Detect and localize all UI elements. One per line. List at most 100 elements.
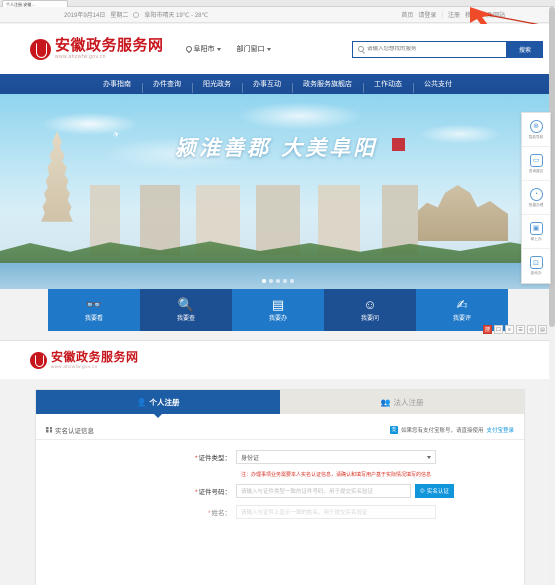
cert-type-value: 身份证 <box>241 455 260 462</box>
cert-type-label: *证件类型： <box>36 452 236 462</box>
registration-form: *证件类型： 身份证 注：办理事项业务需要本人实名认证信息，请确认和填写用户基于… <box>36 440 524 519</box>
mini-tool-grid-icon[interactable]: ▤ <box>538 325 547 334</box>
quick-action-label: 我要查 <box>176 316 195 322</box>
logo-text: 安徽政务服务网 www.ahzwfw.gov.cn <box>51 351 139 370</box>
name-label: *姓名： <box>36 507 236 517</box>
alipay-login-notice[interactable]: 支 如果您有支付宝账号，请直接使用 支付宝登录 <box>389 425 514 434</box>
cert-type-control: 身份证 <box>236 450 436 464</box>
cert-number-input[interactable]: 请输入与证件类型一致的证件号码，用于提交实名验证 <box>236 484 411 498</box>
name-input[interactable]: 请输入与证件上显示一致的姓名，用于提交实名验证 <box>236 505 436 519</box>
quick-action-cha[interactable]: 🔍 我要查 <box>140 289 232 331</box>
mini-tool-list-icon[interactable]: ≡ <box>505 325 514 334</box>
register-link[interactable]: 注册 <box>448 10 460 19</box>
logo-title: 安徽政务服务网 <box>55 36 164 54</box>
logo-subtitle: www.ahzwfw.gov.cn <box>51 363 98 369</box>
home-link[interactable]: 首页 <box>401 10 413 19</box>
site-header: 安徽政务服务网 www.ahzwfw.gov.cn 阜阳市 部门窗口 搜索 <box>0 24 555 74</box>
logo-mark-icon <box>30 351 47 369</box>
registration-page: 安徽政务服务网 www.ahzwfw.gov.cn 👤 个人注册 👥 法人注册 <box>0 340 555 585</box>
mini-tools-bar: 搜 口 ≡ ☰ ◎ ▤ <box>483 325 547 334</box>
clock-icon: ◔ <box>529 187 543 201</box>
search-input[interactable] <box>367 46 506 52</box>
alipay-login-link[interactable]: 支付宝登录 <box>486 426 514 434</box>
quick-action-label: 我要办 <box>268 316 287 322</box>
nav-item-gongzuodongtai[interactable]: 工作动态 <box>363 79 413 93</box>
hero-dot[interactable] <box>289 279 294 283</box>
float-item-consult[interactable]: ▭ 咨询建议 <box>522 147 550 181</box>
chevron-down-icon <box>427 455 431 459</box>
tab-label: 个人注册 <box>149 397 180 407</box>
hero-calligraphy-text: 颍淮善郡 大美阜阳 <box>175 135 378 160</box>
login-link[interactable]: 请登录 <box>418 10 436 19</box>
float-item-mobile[interactable]: ▣ 掌上办 <box>522 215 550 249</box>
cert-number-control: 请输入与证件类型一致的证件号码，用于提交实名验证 ◎ 实名认证 <box>236 484 454 498</box>
floating-toolbar: ⊕ 智能导航 ▭ 咨询建议 ◔ 快捷办理 ▣ 掌上办 ⊡ 查询办 <box>521 112 551 284</box>
registration-header: 安徽政务服务网 www.ahzwfw.gov.cn <box>0 341 555 379</box>
org-icon: 👥 <box>380 397 391 407</box>
float-label: 咨询建议 <box>528 167 544 173</box>
form-row-cert-number: *证件号码： 请输入与证件类型一致的证件号码，用于提交实名验证 ◎ 实名认证 <box>36 484 524 498</box>
logo-subtitle: www.ahzwfw.gov.cn <box>55 54 106 60</box>
hero-dot[interactable] <box>261 279 266 283</box>
nav-item-yangguangzhengwu[interactable]: 阳光政务 <box>192 79 242 93</box>
search-box[interactable] <box>352 40 507 58</box>
page-scrollbar[interactable] <box>549 7 555 585</box>
city-selector[interactable]: 阜阳市 <box>184 44 221 54</box>
nav-item-qijiandian[interactable]: 政务服务旗舰店 <box>292 79 363 93</box>
float-item-quick[interactable]: ◔ 快捷办理 <box>522 181 550 215</box>
float-item-query[interactable]: ⊡ 查询办 <box>522 249 550 283</box>
nav-item-banshizhinan[interactable]: 办事指南 <box>92 79 142 89</box>
nav-item-gonggongzhifu[interactable]: 公共支付 <box>413 79 463 93</box>
mini-tool-window-icon[interactable]: 口 <box>494 325 503 334</box>
float-label: 掌上办 <box>530 235 542 241</box>
section-header: 实名认证信息 支 如果您有支付宝账号，请直接使用 支付宝登录 <box>36 420 524 440</box>
hero-pager[interactable] <box>261 279 294 283</box>
mini-tool-menu-icon[interactable]: ☰ <box>516 325 525 334</box>
topbar-right-group: 首页 请登录 | 注册 移动A认及网站 <box>401 10 543 20</box>
section-title-label: 实名认证信息 <box>55 427 94 435</box>
quick-action-wen[interactable]: ☺ 我要问 <box>324 289 416 331</box>
registration-tabs: 👤 个人注册 👥 法人注册 <box>36 390 524 418</box>
map-pin-icon <box>184 44 193 54</box>
mobile-app-link[interactable]: 移动A认及网站 <box>465 10 505 19</box>
weather-text: 阜阳市晴天 19℃ - 28℃ <box>144 13 209 19</box>
quick-action-ban[interactable]: ▤ 我要办 <box>232 289 324 331</box>
page-root: 个人注册-安徽… 2019年9月14日 星期二 阜阳市晴天 19℃ - 28℃ … <box>0 0 555 585</box>
search-button[interactable]: 搜索 <box>507 40 543 58</box>
nav-item-banjianchaxun[interactable]: 办件查询 <box>142 79 192 93</box>
quick-action-kan[interactable]: 👓 我要看 <box>48 289 140 331</box>
department-selector[interactable]: 部门窗口 <box>237 44 271 54</box>
header-search: 搜索 <box>352 40 543 58</box>
hero-dot[interactable] <box>275 279 280 283</box>
hero-dot[interactable] <box>282 279 287 283</box>
chevron-down-icon <box>216 47 221 51</box>
float-item-navigation[interactable]: ⊕ 智能导航 <box>522 113 550 147</box>
grid-icon <box>46 426 52 433</box>
main-nav: 办事指南 办件查询 阳光政务 办事互动 政务服务旗舰店 工作动态 公共支付 <box>0 74 555 94</box>
city-label: 阜阳市 <box>193 46 215 53</box>
topbar-separator: | <box>441 11 443 18</box>
cloud-icon <box>133 11 140 18</box>
form-row-name: *姓名： 请输入与证件上显示一致的姓名，用于提交实名验证 <box>36 505 524 519</box>
tab-personal-registration[interactable]: 👤 个人注册 <box>36 390 280 418</box>
mini-tool-search-icon[interactable]: 搜 <box>483 325 492 334</box>
mini-tool-settings-icon[interactable]: ◎ <box>527 325 536 334</box>
quick-action-strip: 👓 我要看 🔍 我要查 ▤ 我要办 ☺ 我要问 ✍ 我要评 <box>48 289 508 331</box>
hero-dot[interactable] <box>268 279 273 283</box>
hero-banner[interactable]: ✈ 颍淮善郡 大美阜阳 <box>0 94 555 289</box>
registration-logo[interactable]: 安徽政务服务网 www.ahzwfw.gov.cn <box>0 351 139 370</box>
alipay-notice-text: 如果您有支付宝账号，请直接使用 <box>400 427 484 434</box>
shield-icon: ◎ <box>420 488 425 494</box>
tab-legal-entity-registration[interactable]: 👥 法人注册 <box>280 390 524 414</box>
cert-type-select[interactable]: 身份证 <box>236 450 436 464</box>
water-illustration <box>0 263 555 289</box>
site-logo[interactable]: 安徽政务服务网 www.ahzwfw.gov.cn <box>0 38 164 60</box>
browser-tab[interactable]: 个人注册-安徽… <box>2 0 68 7</box>
nav-item-banshihudong[interactable]: 办事互动 <box>242 79 292 93</box>
topbar-left-group: 2019年9月14日 星期二 阜阳市晴天 19℃ - 28℃ <box>12 10 208 19</box>
chevron-down-icon <box>266 47 271 51</box>
pencil-person-icon: ✍ <box>456 297 468 312</box>
person-icon: 👤 <box>136 397 147 407</box>
realname-verify-button[interactable]: ◎ 实名认证 <box>415 484 454 498</box>
monitor-icon: ▣ <box>529 221 543 235</box>
